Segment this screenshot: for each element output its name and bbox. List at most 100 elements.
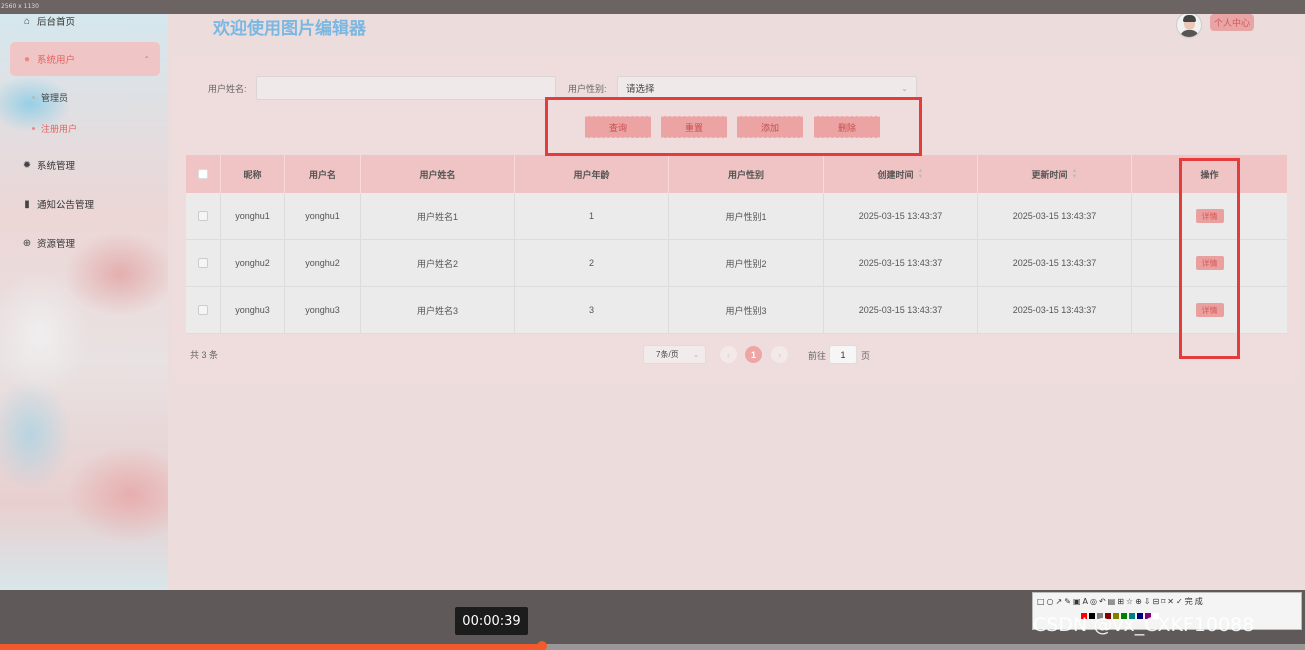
cell-age: 3 <box>515 287 669 333</box>
next-page-button[interactable]: › <box>771 346 788 363</box>
watermark: CSDN @vx_CXKF10088 <box>1033 614 1255 636</box>
select-all-cell[interactable] <box>186 155 221 193</box>
table-row: yonghu1 yonghu1 用户姓名1 1 用户性别1 2025-03-15… <box>186 193 1287 240</box>
bullet-icon <box>32 95 35 99</box>
page-number-button[interactable]: 1 <box>745 346 762 363</box>
sort-icon[interactable]: ▲ ▼ <box>1072 168 1078 180</box>
sidebar-item-system-manage[interactable]: ✹ 系统管理 <box>10 150 160 180</box>
cell-nickname: yonghu2 <box>221 240 285 286</box>
row-select-cell[interactable] <box>186 193 221 239</box>
header-created-label: 创建时间 <box>877 169 914 180</box>
bullet-icon <box>32 126 35 130</box>
reset-button-label: 重置 <box>684 122 703 133</box>
cell-username: yonghu3 <box>285 287 361 333</box>
cell-nickname: yonghu3 <box>221 287 285 333</box>
cell-realname: 用户姓名2 <box>361 240 515 286</box>
add-button[interactable]: 添加 <box>737 116 803 138</box>
reset-button[interactable]: 重置 <box>661 116 727 138</box>
sidebar-subitem-admin[interactable]: 管理员 <box>32 88 68 106</box>
chevron-up-icon: ⌃ <box>143 54 150 64</box>
chevron-down-icon: ⌄ <box>901 83 908 93</box>
cell-username: yonghu2 <box>285 240 361 286</box>
cell-ops: 详情 <box>1132 240 1287 286</box>
cell-age: 2 <box>515 240 669 286</box>
prev-page-button[interactable]: ‹ <box>720 346 737 363</box>
user-icon: ● <box>23 53 31 65</box>
cell-created: 2025-03-15 13:43:37 <box>824 240 978 286</box>
table-header-row: 昵称 用户名 用户姓名 用户年龄 用户性别 创建时间 ▲ ▼ 更新时间 ▲ ▼ 操作 <box>186 155 1287 193</box>
header-username: 用户名 <box>285 155 361 193</box>
sidebar-item-system-users[interactable]: ● 系统用户 ⌃ <box>10 42 160 76</box>
header-realname: 用户姓名 <box>361 155 515 193</box>
cell-created: 2025-03-15 13:43:37 <box>824 287 978 333</box>
select-all-checkbox[interactable] <box>198 169 208 179</box>
delete-button-label: 删除 <box>837 122 856 133</box>
sidebar-item-label: 后台首页 <box>37 17 76 28</box>
row-select-cell[interactable] <box>186 287 221 333</box>
add-button-label: 添加 <box>760 122 779 133</box>
header-updated[interactable]: 更新时间 ▲ ▼ <box>978 155 1132 193</box>
sidebar-subitem-registered[interactable]: 注册用户 <box>32 119 77 137</box>
detail-button[interactable]: 详情 <box>1195 303 1224 317</box>
table-row: yonghu3 yonghu3 用户姓名3 3 用户性别3 2025-03-15… <box>186 287 1287 334</box>
document-icon: ▮ <box>24 198 30 210</box>
cell-username: yonghu1 <box>285 193 361 239</box>
cell-updated: 2025-03-15 13:43:37 <box>978 240 1132 286</box>
screenshot-tools[interactable]: □○↗✎▣A◎↶▤⊞☆⊕⇩⊟⌑✕✓完成 <box>1037 596 1205 607</box>
header-created[interactable]: 创建时间 ▲ ▼ <box>824 155 978 193</box>
chevron-down-icon: ⌄ <box>693 351 699 359</box>
cell-created: 2025-03-15 13:43:37 <box>824 193 978 239</box>
row-checkbox[interactable] <box>198 258 208 268</box>
video-progress-handle[interactable] <box>536 641 547 650</box>
page-size-value: 7条/页 <box>656 350 679 359</box>
avatar[interactable] <box>1176 14 1202 38</box>
row-checkbox[interactable] <box>198 211 208 221</box>
header-age: 用户年龄 <box>515 155 669 193</box>
sidebar-item-label: 通知公告管理 <box>37 200 95 211</box>
cell-gender: 用户性别3 <box>669 287 824 333</box>
sidebar-item-label: 系统管理 <box>37 161 76 172</box>
avatar-body <box>1180 30 1199 37</box>
detail-button[interactable]: 详情 <box>1195 209 1224 223</box>
cell-realname: 用户姓名3 <box>361 287 515 333</box>
profile-button[interactable]: 个人中心 <box>1210 14 1255 31</box>
video-timestamp: 00:00:39 <box>455 607 528 635</box>
header-gender: 用户性别 <box>669 155 824 193</box>
row-checkbox[interactable] <box>198 305 208 315</box>
sidebar: ⌂ 后台首页 ● 系统用户 ⌃ 管理员 注册用户 ✹ 系统管理 ▮ 通知公告管理… <box>0 14 168 590</box>
goto-suffix: 页 <box>861 351 871 361</box>
sidebar-item-label: 系统用户 <box>37 55 76 66</box>
sidebar-item-home[interactable]: ⌂ 后台首页 <box>10 14 160 36</box>
page-title: 欢迎使用图片编辑器 <box>213 19 366 38</box>
goto-page-input[interactable]: 1 <box>829 345 857 364</box>
video-progress-fill <box>0 644 542 650</box>
row-select-cell[interactable] <box>186 240 221 286</box>
page-size-select[interactable]: 7条/页 ⌄ <box>643 345 706 364</box>
sidebar-item-label: 注册用户 <box>41 123 78 134</box>
cell-age: 1 <box>515 193 669 239</box>
sort-icon[interactable]: ▲ ▼ <box>918 168 924 180</box>
plus-circle-icon: ⊕ <box>22 237 32 249</box>
delete-button[interactable]: 删除 <box>814 116 880 138</box>
detail-button[interactable]: 详情 <box>1195 256 1224 270</box>
avatar-hair <box>1183 15 1196 22</box>
name-input[interactable] <box>256 76 556 100</box>
gender-select-value: 请选择 <box>626 84 655 95</box>
table-row: yonghu2 yonghu2 用户姓名2 2 用户性别2 2025-03-15… <box>186 240 1287 287</box>
resolution-label: 2560 x 1130 <box>1 3 39 10</box>
home-icon: ⌂ <box>23 15 31 27</box>
cell-updated: 2025-03-15 13:43:37 <box>978 287 1132 333</box>
cell-ops: 详情 <box>1132 287 1287 333</box>
chevron-left-icon: ‹ <box>727 349 730 360</box>
gender-label: 用户性别: <box>568 84 607 94</box>
cell-gender: 用户性别1 <box>669 193 824 239</box>
total-count: 共 3 条 <box>190 350 219 360</box>
sidebar-item-notice-manage[interactable]: ▮ 通知公告管理 <box>10 189 160 219</box>
gender-select[interactable]: 请选择 ⌄ <box>617 76 917 100</box>
query-button[interactable]: 查询 <box>585 116 651 138</box>
sidebar-item-resource-manage[interactable]: ⊕ 资源管理 <box>10 228 160 258</box>
goto-label: 前往 <box>808 351 827 361</box>
header-updated-label: 更新时间 <box>1031 169 1068 180</box>
chevron-right-icon: › <box>778 349 781 360</box>
cell-gender: 用户性别2 <box>669 240 824 286</box>
